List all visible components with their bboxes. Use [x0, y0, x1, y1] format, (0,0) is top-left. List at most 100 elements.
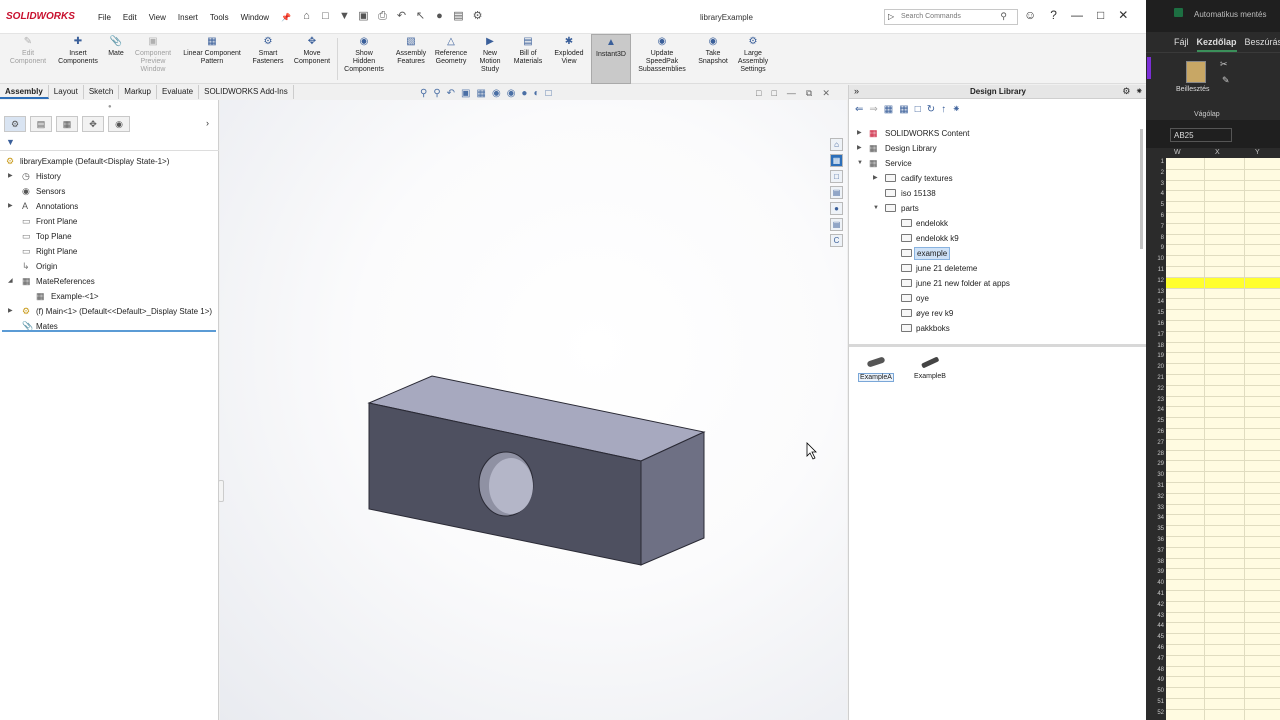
update-speedpak-button[interactable]: ◉ Update SpeedPak Subassemblies: [636, 34, 688, 84]
smart-fasteners-button[interactable]: ⚙ Smart Fasteners: [248, 34, 288, 84]
grid-row[interactable]: [1166, 505, 1280, 516]
row-header[interactable]: 4: [1146, 191, 1164, 197]
view-orientation-icon[interactable]: ▦: [477, 88, 486, 99]
zoom-to-fit-icon[interactable]: ⚲: [420, 88, 427, 99]
pane-splitter[interactable]: [849, 344, 1146, 347]
reference-geometry-button[interactable]: △ Reference Geometry: [432, 34, 470, 84]
solidworks-forum-tab-icon[interactable]: C: [830, 234, 843, 247]
row-header[interactable]: 9: [1146, 245, 1164, 251]
pin-pane-icon[interactable]: ⁕: [1135, 86, 1143, 97]
grid-row[interactable]: [1166, 364, 1280, 375]
filter-icon[interactable]: ▼: [6, 137, 15, 147]
grid-row[interactable]: [1166, 602, 1280, 613]
name-box[interactable]: AB25: [1170, 128, 1232, 142]
custom-properties-tab-icon[interactable]: ▤: [830, 218, 843, 231]
column-y-header[interactable]: Y: [1255, 149, 1260, 156]
dl-tree-item-solidworks-content[interactable]: ▶ ▦ SOLIDWORKS Content: [849, 126, 1141, 141]
grid-row[interactable]: [1166, 386, 1280, 397]
grid-row[interactable]: [1166, 407, 1280, 419]
row-header[interactable]: 12: [1146, 278, 1164, 284]
pane-options-gear-icon[interactable]: ⚙: [1122, 86, 1130, 97]
tree-item-example[interactable]: ▦ Example-<1>: [0, 289, 219, 304]
select-icon[interactable]: ↖: [414, 10, 427, 23]
user-icon[interactable]: ☺: [1024, 8, 1036, 22]
dl-tree-item-pakkboks[interactable]: pakkboks: [849, 321, 1141, 336]
excel-tab-insert[interactable]: Beszúrás: [1245, 37, 1280, 52]
excel-tab-home[interactable]: Kezdőlap: [1196, 37, 1237, 52]
grid-row[interactable]: [1166, 591, 1280, 602]
large-assembly-settings-button[interactable]: ⚙ Large Assembly Settings: [734, 34, 772, 84]
panel-splitter-handle[interactable]: [218, 480, 224, 502]
grid-row[interactable]: [1166, 353, 1280, 365]
feature-manager-tab-icon[interactable]: ⚙: [4, 116, 26, 132]
grid-row[interactable]: [1166, 710, 1280, 720]
format-painter-icon[interactable]: ✎: [1222, 75, 1230, 86]
tree-item-mate-references[interactable]: ◢ ▦ MateReferences: [0, 274, 219, 289]
maximize-button[interactable]: □: [1097, 8, 1104, 22]
tree-scrollbar[interactable]: [1140, 129, 1143, 249]
row-header[interactable]: 46: [1146, 645, 1164, 651]
grid-row[interactable]: [1166, 213, 1280, 224]
expand-arrow-icon[interactable]: ▶: [857, 141, 862, 156]
graphics-area[interactable]: [220, 100, 847, 720]
cut-icon[interactable]: ✂: [1220, 59, 1228, 70]
zoom-to-area-icon[interactable]: ⚲: [433, 88, 440, 99]
grid-row[interactable]: [1166, 181, 1280, 192]
grid-row[interactable]: [1166, 267, 1280, 278]
tree-item-top-plane[interactable]: ▭ Top Plane: [0, 229, 219, 244]
grid-row[interactable]: [1166, 224, 1280, 235]
tree-item-right-plane[interactable]: ▭ Right Plane: [0, 244, 219, 259]
viewport-close-button[interactable]: ✕: [822, 88, 830, 99]
minimize-button[interactable]: —: [1071, 8, 1083, 22]
grid-row[interactable]: [1166, 256, 1280, 267]
apply-scene-icon[interactable]: ◐: [533, 88, 539, 99]
grid-row[interactable]: [1166, 569, 1280, 581]
grid-row[interactable]: [1166, 677, 1280, 689]
menu-view[interactable]: View: [149, 13, 166, 22]
row-header[interactable]: 48: [1146, 667, 1164, 673]
grid-row[interactable]: [1166, 310, 1280, 321]
move-component-button[interactable]: ✥ Move Component: [290, 34, 334, 84]
viewport-minimize-button[interactable]: —: [787, 88, 796, 99]
linear-pattern-button[interactable]: ▦ Linear Component Pattern: [178, 34, 246, 84]
previous-view-icon[interactable]: ↶: [447, 88, 455, 99]
row-header[interactable]: 50: [1146, 688, 1164, 694]
row-header[interactable]: 34: [1146, 515, 1164, 521]
pin-toolbar-icon[interactable]: ⁕: [952, 104, 960, 115]
grid-row[interactable]: [1166, 483, 1280, 494]
up-one-level-icon[interactable]: ↑: [941, 104, 946, 115]
grid-row[interactable]: [1166, 699, 1280, 710]
tree-item-front-plane[interactable]: ▭ Front Plane: [0, 214, 219, 229]
exploded-view-button[interactable]: ✱ Exploded View: [550, 34, 588, 84]
row-header[interactable]: 41: [1146, 591, 1164, 597]
grid-row[interactable]: [1166, 202, 1280, 213]
row-header[interactable]: 45: [1146, 634, 1164, 640]
row-header[interactable]: 11: [1146, 267, 1164, 273]
file-explorer-tab-icon[interactable]: □: [830, 170, 843, 183]
menu-file[interactable]: File: [98, 13, 111, 22]
close-button[interactable]: ✕: [1118, 8, 1128, 22]
assembly-features-button[interactable]: ▧ Assembly Features: [392, 34, 430, 84]
row-header[interactable]: 18: [1146, 343, 1164, 349]
expand-arrow-icon[interactable]: ▶: [857, 126, 862, 141]
library-part-example-a[interactable]: ExampleA: [857, 355, 895, 382]
add-file-location-icon[interactable]: ▦: [899, 104, 908, 115]
viewport-tile-icon[interactable]: □: [756, 88, 761, 99]
grid-row[interactable]: [1166, 159, 1280, 170]
rollback-bar[interactable]: [2, 330, 216, 332]
column-x-header[interactable]: X: [1215, 149, 1220, 156]
solidworks-resources-icon[interactable]: ⌂: [830, 138, 843, 151]
bill-of-materials-button[interactable]: ▤ Bill of Materials: [508, 34, 548, 84]
grid-row[interactable]: [1166, 667, 1280, 678]
row-header[interactable]: 27: [1146, 440, 1164, 446]
excel-grid[interactable]: [1166, 148, 1280, 720]
undo-icon[interactable]: ↶: [395, 10, 408, 23]
appearances-tab-icon[interactable]: ●: [830, 202, 843, 215]
tab-assembly[interactable]: Assembly: [0, 85, 49, 99]
expand-arrow-icon[interactable]: ▶: [873, 171, 878, 186]
grid-row[interactable]: [1166, 321, 1280, 332]
row-header[interactable]: 14: [1146, 299, 1164, 305]
row-header[interactable]: 8: [1146, 235, 1164, 241]
home-icon[interactable]: ⌂: [300, 10, 313, 23]
row-header[interactable]: 28: [1146, 451, 1164, 457]
